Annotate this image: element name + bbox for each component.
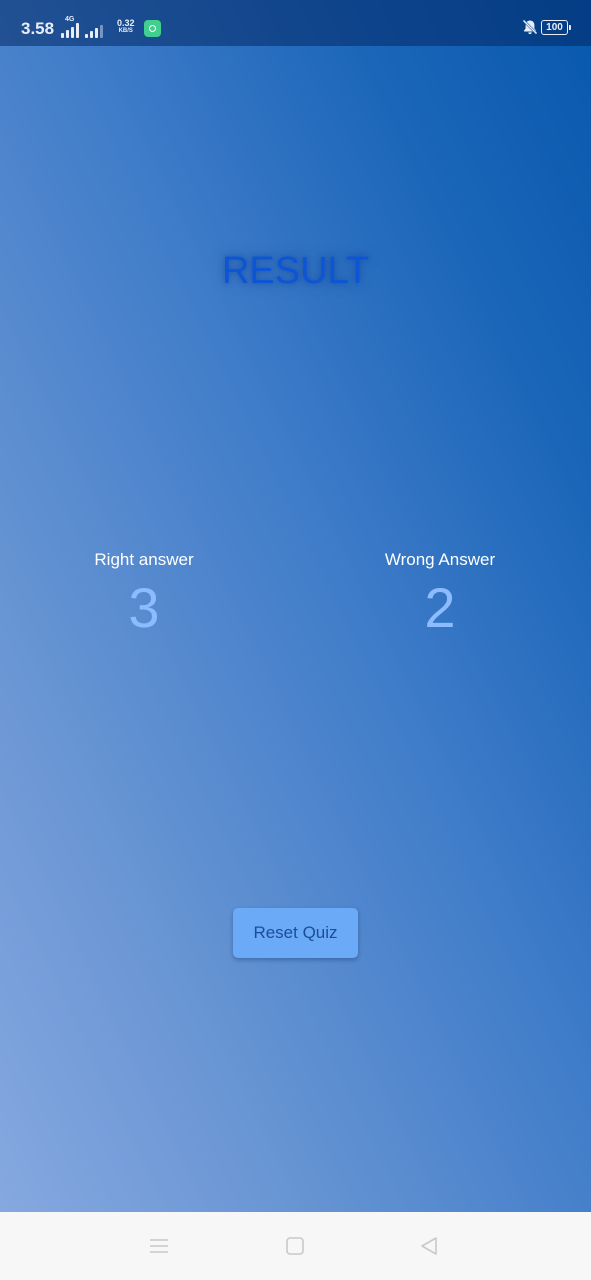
right-answer-block: Right answer 3 [44, 548, 244, 640]
status-bar: 3.58 4G 0.32 KB/S 100 [0, 0, 591, 46]
wrong-answer-block: Wrong Answer 2 [340, 548, 540, 640]
result-screen: 3.58 4G 0.32 KB/S 100 RESULT Right answe… [0, 0, 591, 1212]
right-answer-label: Right answer [94, 550, 194, 569]
wrong-answer-count: 2 [424, 576, 456, 639]
reset-quiz-button[interactable]: Reset Quiz [233, 908, 358, 958]
signal-icon: 4G [61, 16, 103, 38]
app-notification-icon [144, 20, 161, 37]
right-answer-count: 3 [128, 576, 160, 639]
signal-sim1-icon: 4G [61, 16, 79, 38]
result-title: RESULT [221, 250, 370, 292]
network-speed: 0.32 KB/S [117, 19, 135, 35]
signal-sim2-icon [85, 25, 103, 38]
wrong-answer-label: Wrong Answer [384, 550, 496, 569]
status-time: 3.58 [21, 19, 55, 38]
network-speed-unit: KB/S [118, 28, 133, 34]
network-speed-value: 0.32 [117, 18, 135, 28]
bell-off-icon [522, 19, 538, 35]
menu-icon[interactable] [149, 1236, 169, 1256]
network-type: 4G [65, 16, 75, 23]
home-icon[interactable] [285, 1236, 305, 1256]
navigation-bar [0, 1212, 591, 1280]
back-icon[interactable] [419, 1236, 439, 1256]
battery-icon: 100 [541, 20, 571, 35]
